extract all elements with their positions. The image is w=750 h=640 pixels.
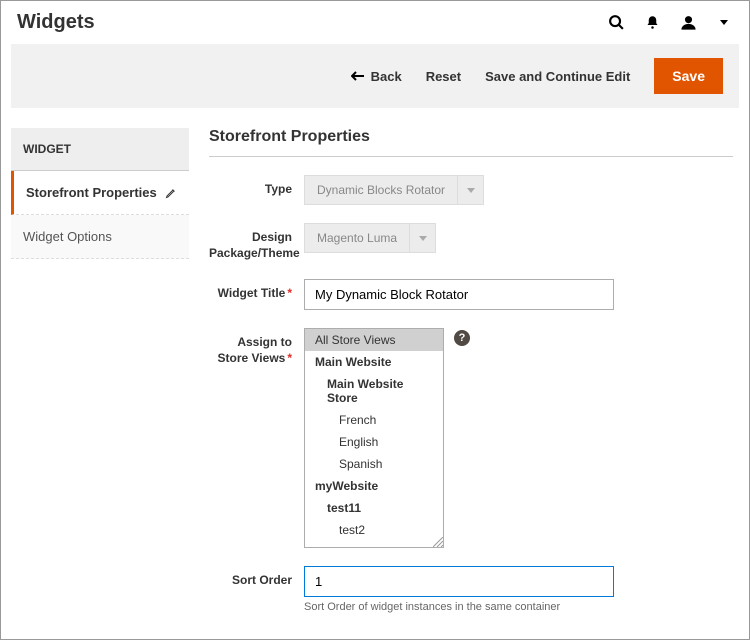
store-view-option[interactable]: Main Website [305, 351, 443, 373]
store-view-option[interactable]: newWebsite [305, 541, 443, 548]
sidebar-item-storefront-properties[interactable]: Storefront Properties [11, 171, 189, 215]
dropdown-caret-icon[interactable] [715, 14, 733, 32]
widget-title-label: Widget Title* [209, 279, 304, 302]
account-icon[interactable] [679, 14, 697, 32]
type-label: Type [209, 175, 304, 198]
store-view-option[interactable]: All Store Views [305, 329, 443, 351]
type-select: Dynamic Blocks Rotator [304, 175, 733, 205]
sort-order-hint: Sort Order of widget instances in the sa… [304, 601, 733, 613]
store-view-option[interactable]: myWebsite [305, 475, 443, 497]
sidebar-title: WIDGET [11, 128, 189, 171]
sort-order-input[interactable] [304, 566, 614, 597]
chevron-down-icon [458, 175, 484, 205]
page-title: Widgets [17, 11, 95, 34]
section-title: Storefront Properties [209, 128, 733, 157]
sidebar-item-widget-options[interactable]: Widget Options [11, 215, 189, 259]
reset-button[interactable]: Reset [426, 69, 461, 84]
widget-title-input[interactable] [304, 279, 614, 310]
required-mark: * [287, 351, 292, 365]
notifications-icon[interactable] [643, 14, 661, 32]
help-icon[interactable]: ? [454, 330, 470, 346]
store-view-option[interactable]: English [305, 431, 443, 453]
store-view-option[interactable]: Spanish [305, 453, 443, 475]
store-views-multiselect[interactable]: All Store ViewsMain WebsiteMain Website … [304, 328, 444, 548]
actions-toolbar: Back Reset Save and Continue Edit Save [11, 44, 739, 108]
design-select: Magento Luma [304, 223, 733, 253]
back-label: Back [371, 69, 402, 84]
store-view-option[interactable]: French [305, 409, 443, 431]
edit-icon [165, 187, 177, 199]
store-view-option[interactable]: Main Website Store [305, 373, 443, 409]
design-value: Magento Luma [304, 223, 410, 253]
save-continue-button[interactable]: Save and Continue Edit [485, 69, 630, 84]
required-mark: * [287, 286, 292, 300]
type-value: Dynamic Blocks Rotator [304, 175, 458, 205]
store-view-option[interactable]: test2 [305, 519, 443, 541]
chevron-down-icon [410, 223, 436, 253]
sort-order-label: Sort Order [209, 566, 304, 589]
sidebar-item-label: Storefront Properties [26, 185, 157, 200]
sidebar-item-label: Widget Options [23, 229, 112, 244]
back-button[interactable]: Back [351, 69, 402, 84]
sidebar: WIDGET Storefront Properties Widget Opti… [11, 128, 189, 617]
store-view-option[interactable]: test11 [305, 497, 443, 519]
search-icon[interactable] [607, 14, 625, 32]
store-views-label: Assign to Store Views* [209, 328, 304, 366]
resize-handle-icon[interactable] [433, 537, 443, 547]
save-button[interactable]: Save [654, 58, 723, 94]
arrow-left-icon [351, 71, 365, 81]
design-label: Design Package/Theme [209, 223, 304, 261]
